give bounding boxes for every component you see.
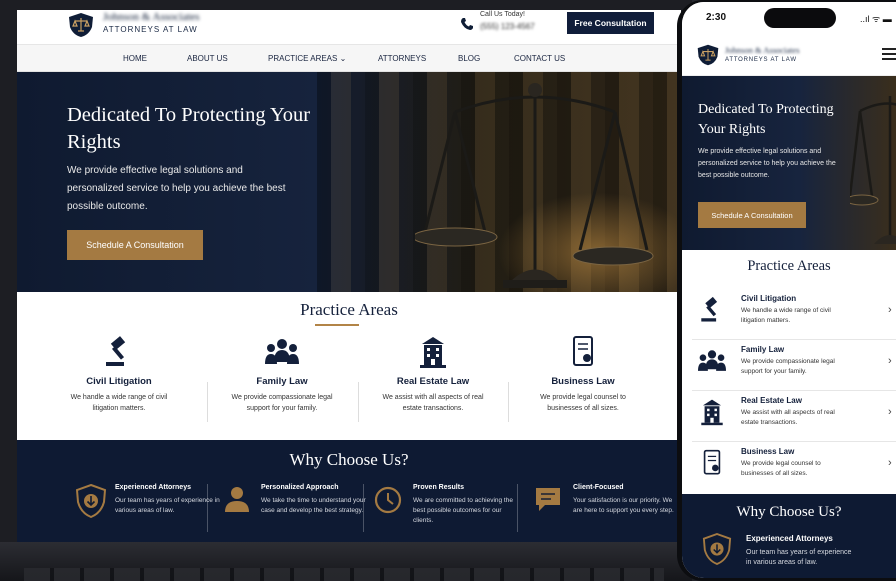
practice-row-text: We handle a wide range of civil litigati… [741, 307, 831, 324]
practice-row-civil-litigation[interactable]: Civil Litigation We handle a wide range … [692, 290, 896, 340]
why-divider [207, 484, 208, 532]
hero-text: We provide effective legal solutions and… [698, 148, 836, 179]
why-divider [363, 484, 364, 532]
mobile-site-header: Johnson & Associates ATTORNEYS AT LAW [682, 36, 896, 76]
why-choose-us-title: Why Choose Us? [736, 504, 842, 520]
building-icon [701, 399, 723, 426]
document-icon [573, 336, 593, 366]
why-item-text: We take the time to understand your case… [261, 497, 366, 514]
phone-frame: 2:30 ..ıl ᯤ ▬ Johnson & Associates ATTOR… [677, 0, 896, 581]
practice-card-civil-litigation[interactable]: Civil Litigation We handle a wide range … [44, 336, 194, 414]
practice-row-text: We provide compassionate legal support f… [741, 358, 835, 375]
firm-subtitle: ATTORNEYS AT LAW [103, 25, 198, 34]
free-consultation-button[interactable]: Free Consultation [567, 12, 654, 34]
phone-screen: 2:30 ..ıl ᯤ ▬ Johnson & Associates ATTOR… [682, 2, 896, 578]
phone-status-bar: 2:30 ..ıl ᯤ ▬ [682, 2, 896, 36]
practice-card-text: We provide legal counsel to businesses o… [540, 394, 626, 412]
practice-areas-title: Practice Areas [747, 258, 831, 274]
laptop-screen: Johnson & Associates ATTORNEYS AT LAW Ca… [17, 10, 681, 542]
practice-card-title: Business Law [551, 376, 615, 387]
practice-card-text: We handle a wide range of civil litigati… [70, 394, 168, 412]
firm-name[interactable]: Johnson & Associates [725, 45, 800, 55]
practice-areas-section: Practice Areas Civil Litigation We handl… [17, 292, 681, 440]
hamburger-menu-icon[interactable] [882, 48, 896, 62]
mobile-why-choose-us-section: Why Choose Us? Experienced Attorneys Our… [682, 494, 896, 578]
hero-section: Dedicated To Protecting Your Rights We p… [17, 72, 681, 292]
family-icon [265, 339, 299, 364]
why-item-title: Experienced Attorneys [746, 534, 833, 543]
why-choose-us-section: Why Choose Us? Experienced Attorneys Our… [17, 440, 681, 542]
practice-card-title: Civil Litigation [86, 376, 152, 387]
why-choose-us-title: Why Choose Us? [289, 450, 409, 469]
practice-row-title: Family Law [741, 345, 785, 354]
firm-name[interactable]: Johnson & Associates [103, 11, 200, 23]
why-item-title: Client-Focused [573, 484, 624, 491]
why-item-text: Your satisfaction is our priority. We ar… [573, 497, 674, 514]
practice-card-title: Family Law [256, 376, 308, 387]
gavel-icon [106, 336, 126, 366]
chevron-right-icon: › [888, 457, 892, 469]
firm-subtitle: ATTORNEYS AT LAW [725, 57, 797, 63]
why-item-title: Personalized Approach [261, 484, 339, 491]
nav-contact-us[interactable]: CONTACT US [514, 54, 565, 63]
site-header: Johnson & Associates ATTORNEYS AT LAW Ca… [17, 10, 681, 44]
schedule-consultation-button[interactable]: Schedule A Consultation [698, 202, 806, 228]
hero-title: Dedicated To Protecting Your Rights [67, 104, 311, 153]
family-icon [698, 350, 726, 371]
status-signal-icons: ..ıl ᯤ ▬ [860, 14, 892, 24]
call-us-label: Call Us Today! [480, 11, 526, 18]
status-time: 2:30 [706, 12, 727, 23]
why-item-text: We are committed to achieving the best p… [413, 497, 513, 524]
phone-notch [764, 8, 836, 28]
chevron-right-icon: › [888, 304, 892, 316]
nav-about-us[interactable]: ABOUT US [187, 54, 228, 63]
schedule-consultation-button[interactable]: Schedule A Consultation [67, 230, 203, 260]
practice-row-business-law[interactable]: Business Law We provide legal counsel to… [692, 443, 896, 493]
shield-icon [702, 533, 732, 566]
scales-shield-logo-icon[interactable] [696, 42, 720, 68]
practice-row-title: Real Estate Law [741, 396, 802, 405]
building-icon [420, 337, 446, 368]
practice-card-business-law[interactable]: Business Law We provide legal counsel to… [508, 336, 658, 414]
mobile-practice-areas-section: Practice Areas Civil Litigation We handl… [682, 250, 896, 494]
main-nav: HOME ABOUT US PRACTICE AREAS ⌄ ATTORNEYS… [17, 44, 681, 72]
practice-row-text: We provide legal counsel to businesses o… [741, 460, 821, 477]
practice-card-text: We provide compassionate legal support f… [231, 394, 333, 412]
mobile-hero-section: Dedicated To Protecting Your Rights We p… [682, 76, 896, 250]
nav-home[interactable]: HOME [123, 54, 147, 63]
practice-row-family-law[interactable]: Family Law We provide compassionate lega… [692, 341, 896, 391]
hero-title: Dedicated To Protecting Your Rights [698, 102, 834, 137]
nav-blog[interactable]: BLOG [458, 54, 480, 63]
why-divider [517, 484, 518, 532]
scales-shield-logo-icon[interactable] [67, 12, 95, 38]
clock-icon [374, 486, 402, 514]
nav-practice-areas[interactable]: PRACTICE AREAS ⌄ [268, 54, 346, 63]
practice-card-real-estate-law[interactable]: Real Estate Law We assist with all aspec… [358, 336, 508, 414]
title-underline [315, 324, 359, 326]
phone-number[interactable]: (555) 123-4567 [480, 22, 535, 31]
practice-row-real-estate-law[interactable]: Real Estate Law We assist with all aspec… [692, 392, 896, 442]
practice-row-title: Civil Litigation [741, 294, 797, 303]
gavel-icon [701, 296, 718, 322]
why-item-title: Proven Results [413, 484, 464, 491]
practice-row-title: Business Law [741, 447, 795, 456]
chat-icon [536, 488, 560, 511]
practice-row-text: We assist with all aspects of real estat… [741, 409, 835, 426]
phone-icon [461, 18, 473, 30]
chevron-right-icon: › [888, 355, 892, 367]
why-item-text: Our team has years of experience in vari… [746, 549, 852, 566]
scales-of-justice-image [415, 83, 654, 288]
document-icon [703, 449, 721, 475]
shield-icon [75, 484, 107, 518]
practice-areas-title: Practice Areas [300, 300, 398, 319]
hero-text: We provide effective legal solutions and… [67, 165, 286, 212]
practice-card-family-law[interactable]: Family Law We provide compassionate lega… [207, 336, 357, 414]
why-item-title: Experienced Attorneys [115, 484, 191, 491]
nav-attorneys[interactable]: ATTORNEYS [378, 54, 426, 63]
chevron-right-icon: › [888, 406, 892, 418]
practice-card-title: Real Estate Law [396, 376, 470, 387]
person-icon [225, 487, 249, 512]
laptop-keyboard [24, 568, 664, 581]
practice-card-text: We assist with all aspects of real estat… [382, 394, 484, 412]
